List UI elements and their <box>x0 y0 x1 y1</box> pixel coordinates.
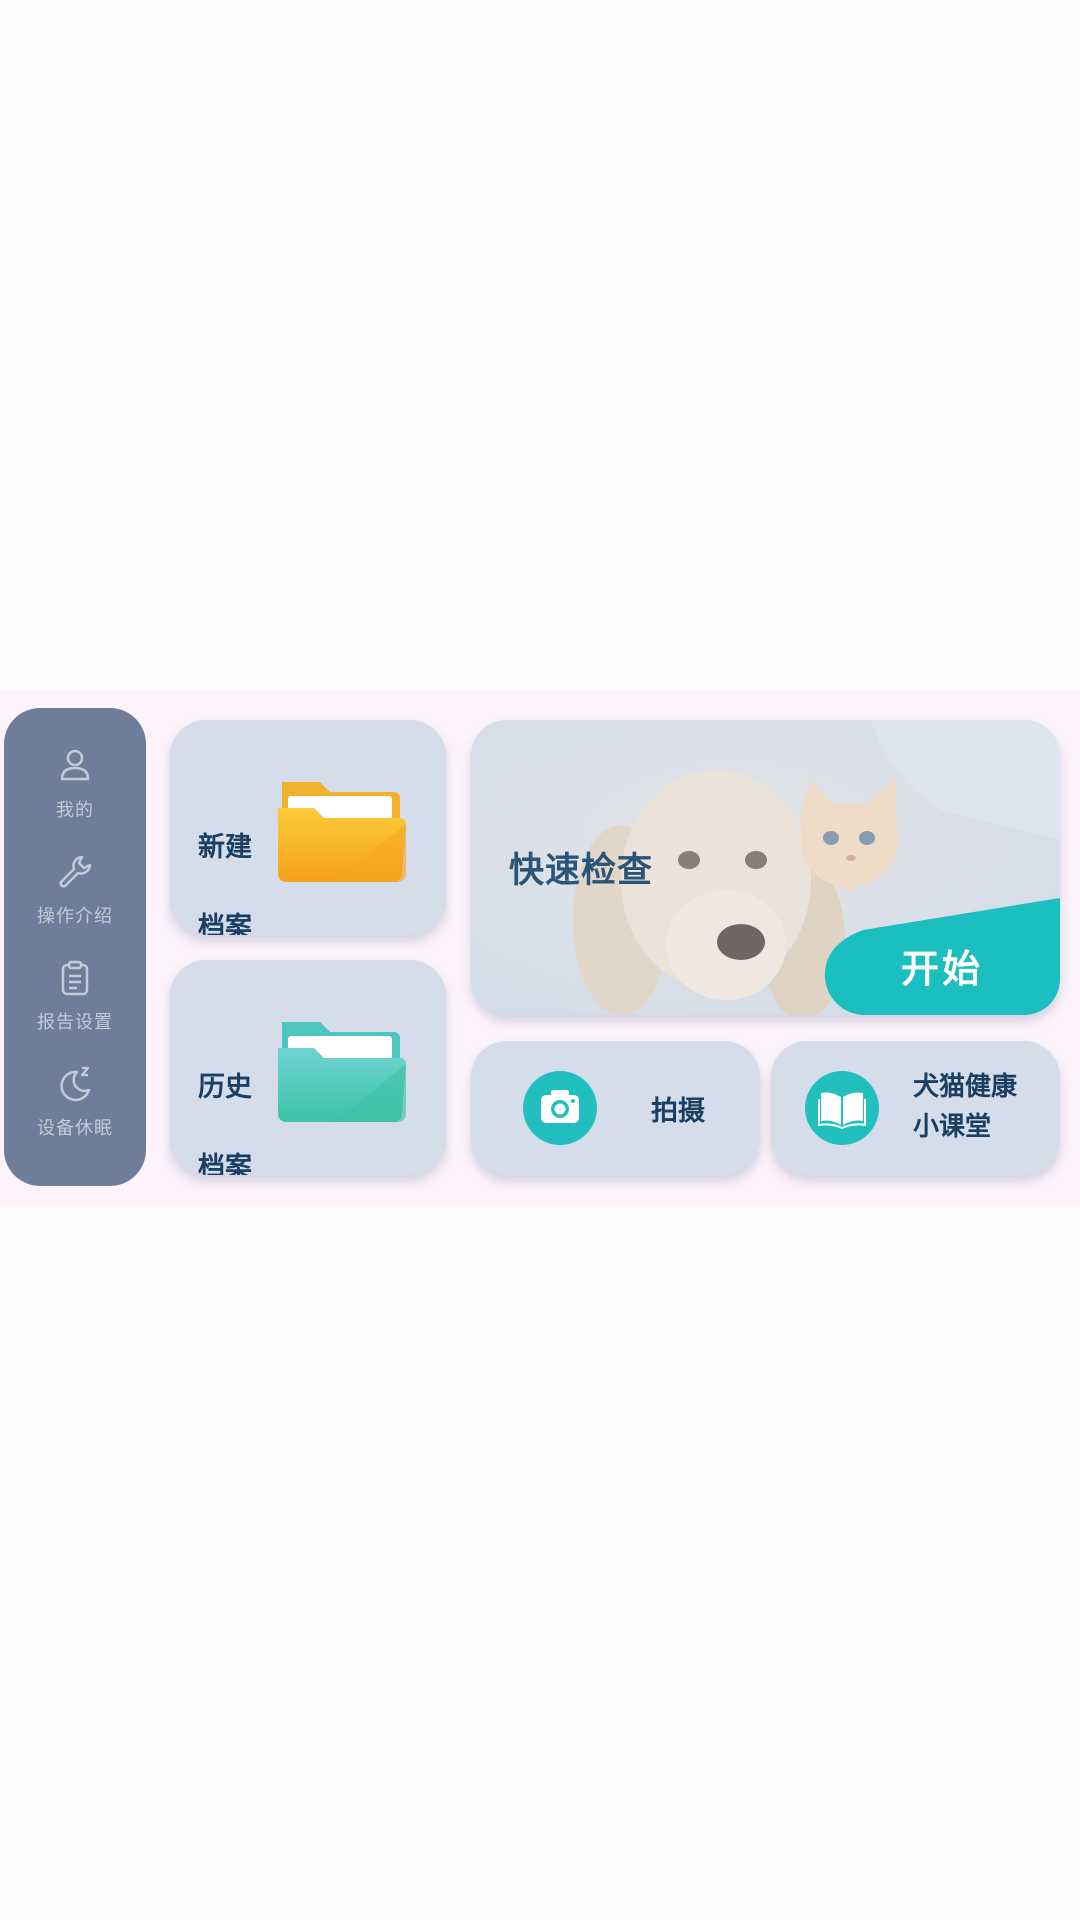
folder-icon <box>278 782 406 882</box>
health-course-card[interactable]: 犬猫健康 小课堂 <box>771 1041 1060 1175</box>
moon-sleep-icon <box>60 1066 91 1102</box>
sidebar-item-label: 操作介绍 <box>37 906 113 927</box>
new-record-title: 新建 档案 <box>198 788 268 935</box>
camera-icon-badge <box>523 1071 597 1145</box>
history-record-line2: 档案 <box>198 1152 252 1175</box>
health-course-title: 犬猫健康 小课堂 <box>913 1067 1017 1147</box>
history-record-card[interactable]: 历史 档案 <box>170 960 446 1175</box>
sidebar-item-label: 设备休眠 <box>37 1118 113 1139</box>
folder-icon <box>278 1022 406 1122</box>
book-icon-badge <box>805 1071 879 1145</box>
start-button[interactable]: 开始 <box>901 938 983 993</box>
quick-check-card[interactable]: 快速检查 开始 <box>471 720 1060 1015</box>
home-screen: 我的 操作介绍 报告设置 设备休眠 新建 档案 历史 档案 快速检查 开始 拍摄… <box>0 690 1080 1205</box>
sidebar-item-label: 报告设置 <box>37 1012 113 1033</box>
health-course-line1: 犬猫健康 <box>913 1072 1018 1102</box>
new-record-line1: 新建 <box>198 832 252 863</box>
new-record-line2: 档案 <box>198 912 252 935</box>
clipboard-icon <box>61 960 89 996</box>
sidebar-item-report-settings[interactable]: 报告设置 <box>4 958 146 1058</box>
sidebar-item-mine[interactable]: 我的 <box>4 746 146 846</box>
photo-card[interactable]: 拍摄 <box>471 1041 760 1175</box>
sidebar: 我的 操作介绍 报告设置 设备休眠 <box>4 708 146 1186</box>
camera-icon <box>541 1090 579 1123</box>
user-icon <box>60 749 90 781</box>
history-record-title: 历史 档案 <box>198 1028 268 1175</box>
sidebar-item-sleep[interactable]: 设备休眠 <box>4 1064 146 1164</box>
health-course-line2: 小课堂 <box>913 1112 992 1142</box>
sidebar-item-guide[interactable]: 操作介绍 <box>4 852 146 952</box>
sidebar-item-label: 我的 <box>56 800 94 821</box>
new-record-card[interactable]: 新建 档案 <box>170 720 446 935</box>
book-icon <box>818 1092 866 1130</box>
photo-label: 拍摄 <box>651 1096 705 1127</box>
wrench-icon <box>59 855 92 888</box>
history-record-line1: 历史 <box>198 1072 252 1103</box>
